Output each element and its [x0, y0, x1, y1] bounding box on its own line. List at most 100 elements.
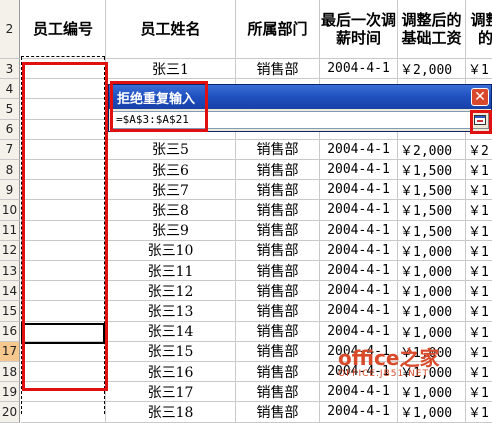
table-cell[interactable]: ￥1,000 — [398, 301, 466, 322]
table-cell[interactable]: 张三14 — [106, 321, 236, 342]
table-cell[interactable]: 2004-4-1 — [320, 220, 398, 241]
row-header[interactable]: 12 — [0, 240, 20, 261]
table-cell[interactable]: ￥1,000 — [398, 321, 466, 342]
column-header-cell[interactable]: 调整的 — [466, 0, 492, 59]
table-cell[interactable]: 张三13 — [106, 301, 236, 322]
table-cell[interactable]: 张三9 — [106, 220, 236, 241]
table-cell[interactable]: ￥2,000 — [398, 59, 466, 80]
table-cell[interactable]: 张三15 — [106, 341, 236, 362]
table-cell[interactable]: ￥1,500 — [398, 180, 466, 201]
table-cell[interactable]: 张三8 — [106, 200, 236, 221]
row-header[interactable]: 18 — [0, 362, 20, 383]
table-cell[interactable]: 销售部 — [236, 321, 320, 342]
table-cell[interactable]: 2004-4-1 — [320, 261, 398, 282]
table-cell[interactable]: ￥1,500 — [398, 200, 466, 221]
close-icon[interactable]: ✕ — [471, 88, 489, 106]
row-header[interactable]: 13 — [0, 261, 20, 282]
row-header[interactable]: 15 — [0, 301, 20, 322]
column-header-cell[interactable]: 员工编号 — [21, 0, 106, 59]
row-header[interactable]: 4 — [0, 79, 20, 100]
table-cell[interactable]: ￥1 — [466, 241, 492, 261]
column-header-cell[interactable]: 员工姓名 — [106, 0, 236, 59]
table-cell[interactable]: 销售部 — [236, 160, 320, 181]
table-cell[interactable]: ￥1,000 — [398, 261, 466, 282]
table-cell[interactable]: 张三17 — [106, 382, 236, 403]
table-cell[interactable]: ￥1 — [466, 281, 492, 302]
table-cell[interactable]: 销售部 — [236, 261, 320, 282]
table-cell[interactable]: 销售部 — [236, 200, 320, 221]
row-header[interactable]: 19 — [0, 382, 20, 403]
table-cell[interactable]: 张三6 — [106, 160, 236, 181]
table-cell[interactable]: ￥1 — [466, 402, 492, 423]
table-cell[interactable]: 张三1 — [106, 59, 236, 80]
table-cell[interactable]: ￥1,000 — [398, 240, 466, 261]
column-header-cell[interactable]: 所属部门 — [236, 0, 320, 59]
row-header[interactable]: 16 — [0, 321, 20, 342]
table-cell[interactable]: ￥1,500 — [398, 220, 466, 241]
table-cell[interactable]: ￥1 — [466, 322, 492, 342]
table-cell[interactable]: 张三7 — [106, 180, 236, 201]
table-cell[interactable]: ￥1,000 — [398, 382, 466, 403]
table-cell[interactable]: 销售部 — [236, 220, 320, 241]
table-cell[interactable]: 2004-4-1 — [320, 240, 398, 261]
table-cell[interactable]: 销售部 — [236, 240, 320, 261]
table-cell[interactable]: 2004-4-1 — [320, 281, 398, 302]
table-cell[interactable]: 销售部 — [236, 362, 320, 383]
table-cell[interactable]: ￥2,000 — [398, 139, 466, 160]
table-cell[interactable]: 2004-4-1 — [320, 321, 398, 342]
row-header[interactable]: 2 — [0, 0, 20, 59]
table-cell[interactable]: 张三16 — [106, 362, 236, 383]
row-header[interactable]: 6 — [0, 119, 20, 140]
table-cell[interactable]: ￥1,000 — [398, 362, 466, 383]
row-header[interactable]: 7 — [0, 139, 20, 160]
table-cell[interactable]: 销售部 — [236, 59, 320, 80]
table-cell[interactable]: 张三5 — [106, 139, 236, 160]
column-header-cell[interactable]: 最后一次调薪时间 — [320, 0, 398, 59]
row-header[interactable]: 9 — [0, 180, 20, 201]
table-cell[interactable]: 销售部 — [236, 301, 320, 322]
table-cell[interactable]: 销售部 — [236, 281, 320, 302]
table-cell[interactable]: ￥1 — [466, 221, 492, 241]
table-cell[interactable]: 销售部 — [236, 402, 320, 423]
table-cell[interactable]: ￥1 — [466, 301, 492, 322]
table-cell[interactable]: ￥1,000 — [398, 402, 466, 423]
table-cell[interactable]: 2004-4-1 — [320, 382, 398, 403]
table-cell[interactable]: 2004-4-1 — [320, 362, 398, 383]
table-cell[interactable]: 张三12 — [106, 281, 236, 302]
table-cell[interactable]: 2004-4-1 — [320, 160, 398, 181]
table-cell[interactable]: 销售部 — [236, 382, 320, 403]
row-header[interactable]: 3 — [0, 59, 20, 80]
table-cell[interactable]: 2004-4-1 — [320, 341, 398, 362]
table-cell[interactable]: 张三11 — [106, 261, 236, 282]
table-cell[interactable]: ￥1 — [466, 59, 492, 80]
row-header[interactable]: 17 — [0, 341, 20, 362]
table-cell[interactable]: 销售部 — [236, 139, 320, 160]
table-cell[interactable]: ￥1 — [466, 180, 492, 201]
row-header[interactable]: 8 — [0, 160, 20, 181]
table-cell[interactable]: ￥1,500 — [398, 160, 466, 181]
table-cell[interactable]: 张三18 — [106, 402, 236, 423]
row-header[interactable]: 10 — [0, 200, 20, 221]
row-header[interactable]: 20 — [0, 402, 20, 423]
table-cell[interactable]: ￥2 — [466, 140, 492, 160]
row-header[interactable]: 5 — [0, 99, 20, 120]
table-cell[interactable]: 张三10 — [106, 240, 236, 261]
row-header[interactable]: 14 — [0, 281, 20, 302]
table-cell[interactable]: 2004-4-1 — [320, 139, 398, 160]
table-cell[interactable]: ￥1 — [466, 200, 492, 221]
table-cell[interactable]: ￥1 — [466, 362, 492, 383]
table-cell[interactable]: ￥1 — [466, 342, 492, 362]
table-cell[interactable]: 2004-4-1 — [320, 59, 398, 80]
table-cell[interactable]: 2004-4-1 — [320, 180, 398, 201]
table-cell[interactable]: 销售部 — [236, 180, 320, 201]
table-cell[interactable]: 2004-4-1 — [320, 402, 398, 423]
table-cell[interactable]: 销售部 — [236, 341, 320, 362]
table-cell[interactable]: 2004-4-1 — [320, 200, 398, 221]
column-header-cell[interactable]: 调整后的基础工资 — [398, 0, 466, 59]
table-cell[interactable]: ￥1 — [466, 261, 492, 282]
table-cell[interactable]: 2004-4-1 — [320, 301, 398, 322]
table-cell[interactable]: ￥1,000 — [398, 341, 466, 362]
table-cell[interactable]: ￥1 — [466, 382, 492, 403]
row-header[interactable]: 11 — [0, 220, 20, 241]
table-cell[interactable]: ￥1 — [466, 160, 492, 181]
